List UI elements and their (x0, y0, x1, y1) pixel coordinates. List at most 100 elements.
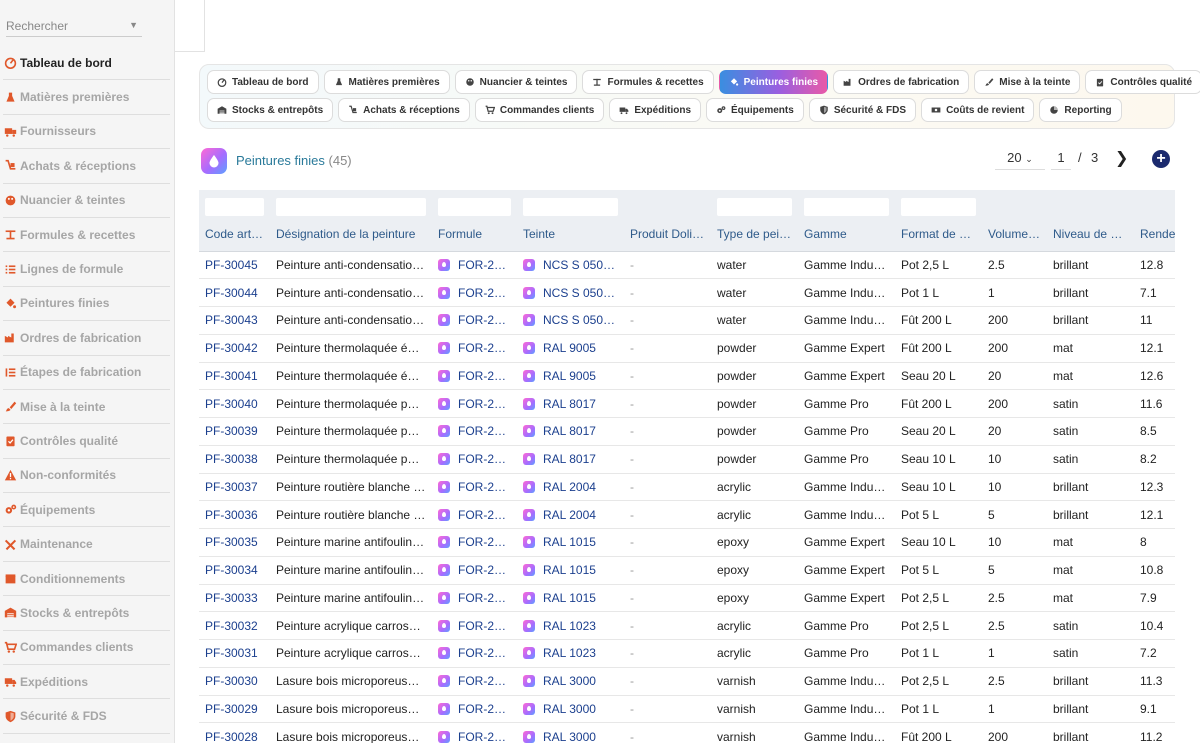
filter-input-format[interactable] (901, 197, 976, 216)
table-row[interactable]: PF-30045 Peinture anti-condensation t… FOR… (199, 251, 1175, 280)
cell-formule[interactable]: FOR-2016 (432, 389, 517, 418)
table-row[interactable]: PF-30044 Peinture anti-condensation t… FOR… (199, 278, 1175, 307)
cell-formule[interactable]: FOR-2013 (432, 611, 517, 640)
cell-formule[interactable]: FOR-2018 (432, 278, 517, 307)
cell-teinte[interactable]: RAL 8017 (517, 417, 624, 446)
cell-code-article[interactable]: PF-30038 (199, 445, 270, 474)
cell-teinte[interactable]: RAL 1015 (517, 584, 624, 613)
sidebar-item-equipements[interactable]: Équipements (3, 493, 170, 528)
cell-formule[interactable]: FOR-2015 (432, 473, 517, 502)
sidebar-item-nuancier-teintes[interactable]: Nuancier & teintes (3, 184, 170, 218)
column-header-render[interactable]: Render (1134, 218, 1175, 252)
cell-code-article[interactable]: PF-30040 (199, 389, 270, 418)
tab-commandes-clients[interactable]: Commandes clients (474, 98, 605, 122)
cell-link-text[interactable]: RAL 9005 (543, 341, 596, 355)
cell-link-text[interactable]: FOR-2016 (458, 452, 514, 466)
sidebar-item-lignes-de-formule[interactable]: Lignes de formule (3, 252, 170, 287)
cell-formule[interactable]: FOR-2016 (432, 445, 517, 474)
column-header-gamme[interactable]: Gamme (798, 218, 895, 252)
column-header-produit-dolib[interactable]: Produit Dolib… (624, 218, 711, 252)
sidebar-item-etapes-de-fabrication[interactable]: Étapes de fabrication (3, 356, 170, 390)
cell-teinte[interactable]: NCS S 0500-N (517, 306, 624, 335)
cell-link-text[interactable]: FOR-2016 (458, 397, 514, 411)
table-row[interactable]: PF-30030 Lasure bois microporeuse - … FOR-… (199, 667, 1175, 696)
cell-link-text[interactable]: NCS S 0500-N (543, 286, 622, 300)
table-row[interactable]: PF-30038 Peinture thermolaquée poly… FOR-2… (199, 445, 1175, 474)
tab-expeditions[interactable]: Expéditions (609, 98, 702, 122)
tab-controles-qualite[interactable]: Contrôles qualité (1085, 70, 1200, 94)
sidebar-item-peintures-finies[interactable]: Peintures finies (3, 287, 170, 322)
table-row[interactable]: PF-30028 Lasure bois microporeuse - … FOR-… (199, 722, 1175, 743)
page-number-input[interactable]: 1 (1051, 150, 1071, 170)
cell-teinte[interactable]: NCS S 0500-N (517, 251, 624, 280)
cell-link-text[interactable]: FOR-2014 (458, 563, 514, 577)
cell-teinte[interactable]: RAL 8017 (517, 389, 624, 418)
cell-formule[interactable]: FOR-2014 (432, 556, 517, 585)
cell-formule[interactable]: FOR-2014 (432, 528, 517, 557)
table-row[interactable]: PF-30033 Peinture marine antifouling -… FO… (199, 584, 1175, 613)
cell-link-text[interactable]: FOR-2013 (458, 619, 514, 633)
cell-code-article[interactable]: PF-30033 (199, 584, 270, 613)
table-row[interactable]: PF-30035 Peinture marine antifouling -… FO… (199, 528, 1175, 557)
cell-code-article[interactable]: PF-30044 (199, 278, 270, 307)
sidebar-item-commandes-clients[interactable]: Commandes clients (3, 631, 170, 666)
cell-code-article[interactable]: PF-30041 (199, 362, 270, 391)
cell-formule[interactable]: FOR-2013 (432, 639, 517, 668)
cell-link-text[interactable]: RAL 8017 (543, 424, 596, 438)
table-row[interactable]: PF-30039 Peinture thermolaquée poly… FOR-2… (199, 417, 1175, 446)
cell-link-text[interactable]: FOR-2015 (458, 480, 514, 494)
per-page-select[interactable]: 20 ⌄ (995, 150, 1045, 170)
filter-input-gamme[interactable] (804, 197, 889, 216)
cell-code-article[interactable]: PF-30030 (199, 667, 270, 696)
cell-link-text[interactable]: FOR-2012 (458, 702, 514, 716)
filter-input-designation[interactable] (276, 197, 426, 216)
table-row[interactable]: PF-30037 Peinture routière blanche - … FOR… (199, 473, 1175, 502)
cell-link-text[interactable]: FOR-2014 (458, 591, 514, 605)
tab-ordres-de-fabrication[interactable]: Ordres de fabrication (833, 70, 970, 94)
cell-link-text[interactable]: FOR-2014 (458, 535, 514, 549)
add-record-button[interactable]: + (1152, 150, 1170, 168)
cell-teinte[interactable]: RAL 1015 (517, 528, 624, 557)
cell-formule[interactable]: FOR-2012 (432, 722, 517, 743)
cell-formule[interactable]: FOR-2014 (432, 584, 517, 613)
table-row[interactable]: PF-30029 Lasure bois microporeuse - … FOR-… (199, 695, 1175, 724)
sidebar-item-non-conformites[interactable]: Non-conformités (3, 459, 170, 494)
tab-reporting[interactable]: Reporting (1039, 98, 1122, 122)
cell-code-article[interactable]: PF-30037 (199, 473, 270, 502)
cell-link-text[interactable]: FOR-2016 (458, 424, 514, 438)
cell-link-text[interactable]: FOR-2012 (458, 674, 514, 688)
table-row[interactable]: PF-30043 Peinture anti-condensation t… FOR… (199, 306, 1175, 335)
cell-formule[interactable]: FOR-2012 (432, 695, 517, 724)
sidebar-item-achats-receptions[interactable]: Achats & réceptions (3, 149, 170, 184)
chevron-down-icon[interactable]: ▼ (129, 20, 138, 30)
cell-teinte[interactable]: RAL 3000 (517, 695, 624, 724)
cell-link-text[interactable]: RAL 3000 (543, 730, 596, 743)
sidebar-item-mise-a-la-teinte[interactable]: Mise à la teinte (3, 390, 170, 425)
cell-code-article[interactable]: PF-30032 (199, 611, 270, 640)
sidebar-item-expeditions[interactable]: Expéditions (3, 665, 170, 700)
tab-stocks-entrepots[interactable]: Stocks & entrepôts (207, 98, 334, 122)
tab-securite-fds[interactable]: Sécurité & FDS (808, 98, 917, 122)
cell-formule[interactable]: FOR-2018 (432, 306, 517, 335)
table-row[interactable]: PF-30036 Peinture routière blanche - … FOR… (199, 500, 1175, 529)
cell-code-article[interactable]: PF-30029 (199, 695, 270, 724)
table-row[interactable]: PF-30031 Peinture acrylique carrosser… FOR… (199, 639, 1175, 668)
cell-teinte[interactable]: RAL 1023 (517, 611, 624, 640)
cell-formule[interactable]: FOR-2012 (432, 667, 517, 696)
cell-teinte[interactable]: NCS S 0500-N (517, 278, 624, 307)
sidebar-item-maintenance[interactable]: Maintenance (3, 527, 170, 562)
table-row[interactable]: PF-30042 Peinture thermolaquée épox… FOR-2… (199, 334, 1175, 363)
cell-link-text[interactable]: RAL 2004 (543, 480, 596, 494)
tab-nuancier-teintes[interactable]: Nuancier & teintes (454, 70, 578, 94)
sidebar-item-fournisseurs[interactable]: Fournisseurs (3, 115, 170, 150)
cell-link-text[interactable]: RAL 1015 (543, 535, 596, 549)
cell-link-text[interactable]: RAL 3000 (543, 674, 596, 688)
cell-link-text[interactable]: RAL 8017 (543, 397, 596, 411)
cell-link-text[interactable]: RAL 9005 (543, 369, 596, 383)
cell-link-text[interactable]: FOR-2012 (458, 730, 514, 743)
sidebar-item-ordres-de-fabrication[interactable]: Ordres de fabrication (3, 321, 170, 356)
cell-teinte[interactable]: RAL 2004 (517, 500, 624, 529)
cell-formule[interactable]: FOR-2016 (432, 417, 517, 446)
filter-input-teinte[interactable] (523, 197, 618, 216)
filter-input-code[interactable] (205, 197, 264, 216)
